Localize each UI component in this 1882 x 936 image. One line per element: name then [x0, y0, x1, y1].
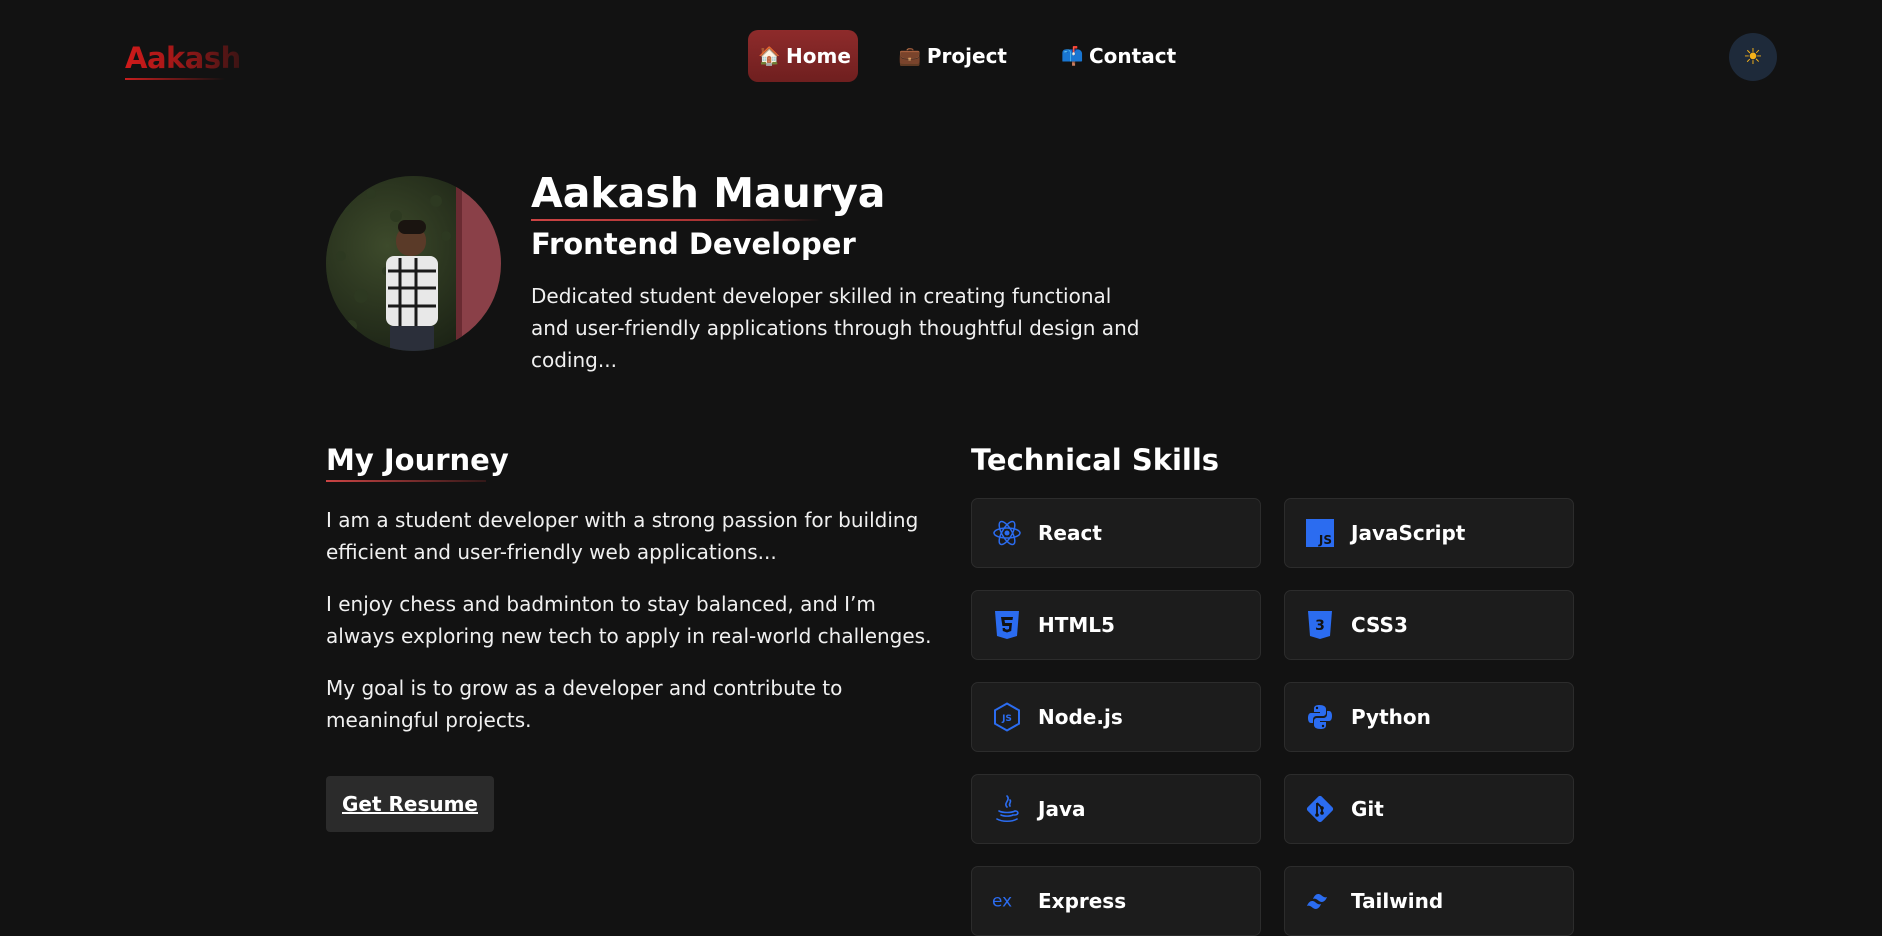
sun-icon: ☀: [1743, 44, 1763, 70]
house-icon: 🏠: [758, 45, 781, 67]
skill-card-express: ex Express: [971, 866, 1261, 936]
skill-card-react: React: [971, 498, 1261, 568]
hero-role: Frontend Developer: [531, 227, 856, 261]
nav-project-label: Project: [926, 44, 1007, 68]
svg-text:3: 3: [1315, 618, 1325, 634]
name-underline: [531, 219, 821, 221]
logo-underline: [125, 78, 225, 80]
avatar: [326, 176, 501, 351]
skill-card-css3: 3 CSS3: [1284, 590, 1574, 660]
theme-toggle-button[interactable]: ☀: [1729, 33, 1777, 81]
react-icon: [992, 518, 1022, 548]
express-icon: ex: [992, 886, 1022, 916]
skill-label: Git: [1351, 797, 1384, 821]
briefcase-icon: 💼: [898, 45, 922, 67]
java-icon: [992, 794, 1022, 824]
main-nav: 🏠 Home 💼 Project 📫 Contact: [748, 30, 1217, 82]
journey-paragraph: I enjoy chess and badminton to stay bala…: [326, 592, 932, 648]
nav-project[interactable]: 💼 Project: [886, 30, 1020, 82]
skill-card-tailwind: Tailwind: [1284, 866, 1574, 936]
skill-card-git: Git: [1284, 774, 1574, 844]
get-resume-button[interactable]: Get Resume: [326, 776, 494, 832]
skill-label: HTML5: [1038, 613, 1115, 637]
skill-label: Node.js: [1038, 705, 1123, 729]
hero-name: Aakash Maurya: [531, 169, 886, 217]
skill-card-python: Python: [1284, 682, 1574, 752]
mailbox-icon: 📫: [1061, 45, 1084, 67]
nodejs-icon: JS: [992, 702, 1022, 732]
skill-label: JavaScript: [1351, 521, 1466, 545]
skill-label: React: [1038, 521, 1102, 545]
journey-paragraph: My goal is to grow as a developer and co…: [326, 676, 843, 732]
svg-text:ex: ex: [992, 891, 1012, 911]
avatar-photo: [326, 176, 501, 351]
journey-title: My Journey: [326, 443, 509, 477]
skill-label: CSS3: [1351, 613, 1408, 637]
skill-label: Python: [1351, 705, 1431, 729]
skill-card-html5: HTML5: [971, 590, 1261, 660]
skill-card-javascript: JS JavaScript: [1284, 498, 1574, 568]
skill-card-java: Java: [971, 774, 1261, 844]
html5-icon: [992, 610, 1022, 640]
nav-home-label: Home: [786, 44, 851, 68]
tailwind-icon: [1305, 886, 1335, 916]
skill-label: Express: [1038, 889, 1127, 913]
skill-label: Java: [1038, 797, 1086, 821]
nav-contact[interactable]: 📫 Contact: [1048, 30, 1189, 82]
svg-text:JS: JS: [1001, 714, 1012, 724]
hero-bio: Dedicated student developer skilled in c…: [531, 284, 1140, 372]
logo[interactable]: Aakash: [125, 38, 241, 78]
javascript-icon: JS: [1305, 518, 1335, 548]
nav-contact-label: Contact: [1089, 44, 1177, 68]
git-icon: [1305, 794, 1335, 824]
python-icon: [1305, 702, 1335, 732]
css3-icon: 3: [1305, 610, 1335, 640]
skill-card-nodejs: JS Node.js: [971, 682, 1261, 752]
journey-underline: [326, 480, 486, 482]
journey-paragraph: I am a student developer with a strong p…: [326, 508, 919, 564]
skill-label: Tailwind: [1351, 889, 1444, 913]
svg-text:JS: JS: [1318, 533, 1332, 547]
skills-title: Technical Skills: [971, 443, 1220, 477]
nav-home[interactable]: 🏠 Home: [748, 30, 858, 82]
